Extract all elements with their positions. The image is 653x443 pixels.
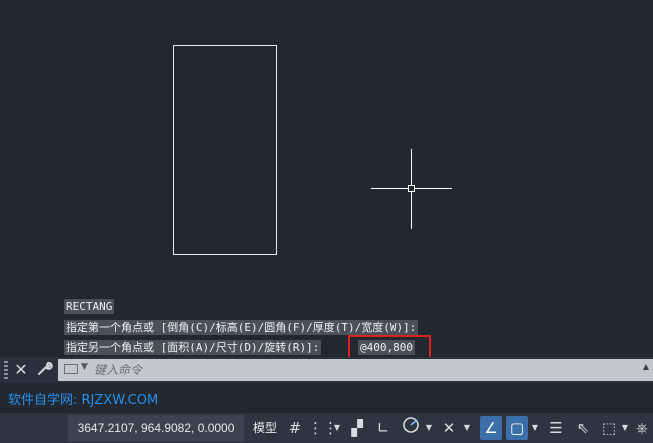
isodraft-icon[interactable]: ✕ xyxy=(438,416,460,440)
watermark-text: 软件自学网: RJZXW.COM xyxy=(8,393,159,408)
polar-icon-graphic xyxy=(403,417,419,433)
command-placeholder: 键入命令 xyxy=(94,363,143,377)
3d-osnap-icon[interactable]: ⬚ xyxy=(598,416,620,440)
close-icon[interactable]: ✕ xyxy=(12,359,30,381)
ortho-icon[interactable]: ∟ xyxy=(372,416,394,440)
command-line-bar: ✕ ▼ 键入命令 ▲ xyxy=(0,357,653,383)
chevron-down-icon[interactable]: ▼ xyxy=(332,416,342,440)
status-bar: 3647.2107, 964.9082, 0.0000 模型 # ⋮⋮ ▼ ▞ … xyxy=(0,413,653,443)
coordinate-readout[interactable]: 3647.2107, 964.9082, 0.0000 xyxy=(68,415,244,441)
polar-icon[interactable] xyxy=(400,416,422,440)
drag-grip[interactable] xyxy=(4,361,8,379)
chevron-down-icon[interactable]: ▼ xyxy=(81,362,88,372)
command-prompt-icon[interactable] xyxy=(64,364,78,374)
osnap-icon[interactable]: ▢ xyxy=(506,416,528,440)
drawn-rectangle[interactable] xyxy=(173,45,277,255)
selection-cycle-icon[interactable]: ⇖ xyxy=(572,416,594,440)
command-history-line: RECTANG xyxy=(64,299,115,314)
command-input[interactable]: ▼ 键入命令 ▲ xyxy=(58,359,653,381)
model-tab[interactable]: 模型 xyxy=(248,415,282,441)
snap-icon[interactable]: ⋮⋮ xyxy=(308,416,338,440)
crosshair-pickbox xyxy=(408,185,415,192)
gizmo-icon[interactable]: ⎈ xyxy=(631,416,653,440)
command-history-line: 指定另一个角点或 [面积(A)/尺寸(D)/旋转(R)]: xyxy=(64,340,322,355)
chevron-down-icon[interactable]: ▼ xyxy=(424,416,434,440)
scroll-up-icon[interactable]: ▲ xyxy=(643,362,649,371)
wrench-icon[interactable] xyxy=(36,360,54,380)
drawing-canvas[interactable]: RECTANG 指定第一个角点或 [倒角(C)/标高(E)/圆角(F)/厚度(T… xyxy=(0,0,653,360)
chevron-down-icon[interactable]: ▼ xyxy=(462,416,472,440)
model-space-icon[interactable]: ▞ xyxy=(346,416,368,440)
chevron-down-icon[interactable]: ▼ xyxy=(620,416,630,440)
watermark-strip: 软件自学网: RJZXW.COM xyxy=(0,383,653,413)
lineweight-icon[interactable]: ☰ xyxy=(545,416,567,440)
grid-icon[interactable]: # xyxy=(284,416,306,440)
chevron-down-icon[interactable]: ▼ xyxy=(530,416,540,440)
osnap-track-icon[interactable]: ∠ xyxy=(480,416,502,440)
command-history-line: 指定第一个角点或 [倒角(C)/标高(E)/圆角(F)/厚度(T)/宽度(W)]… xyxy=(64,320,419,335)
wrench-icon-graphic xyxy=(38,361,53,375)
